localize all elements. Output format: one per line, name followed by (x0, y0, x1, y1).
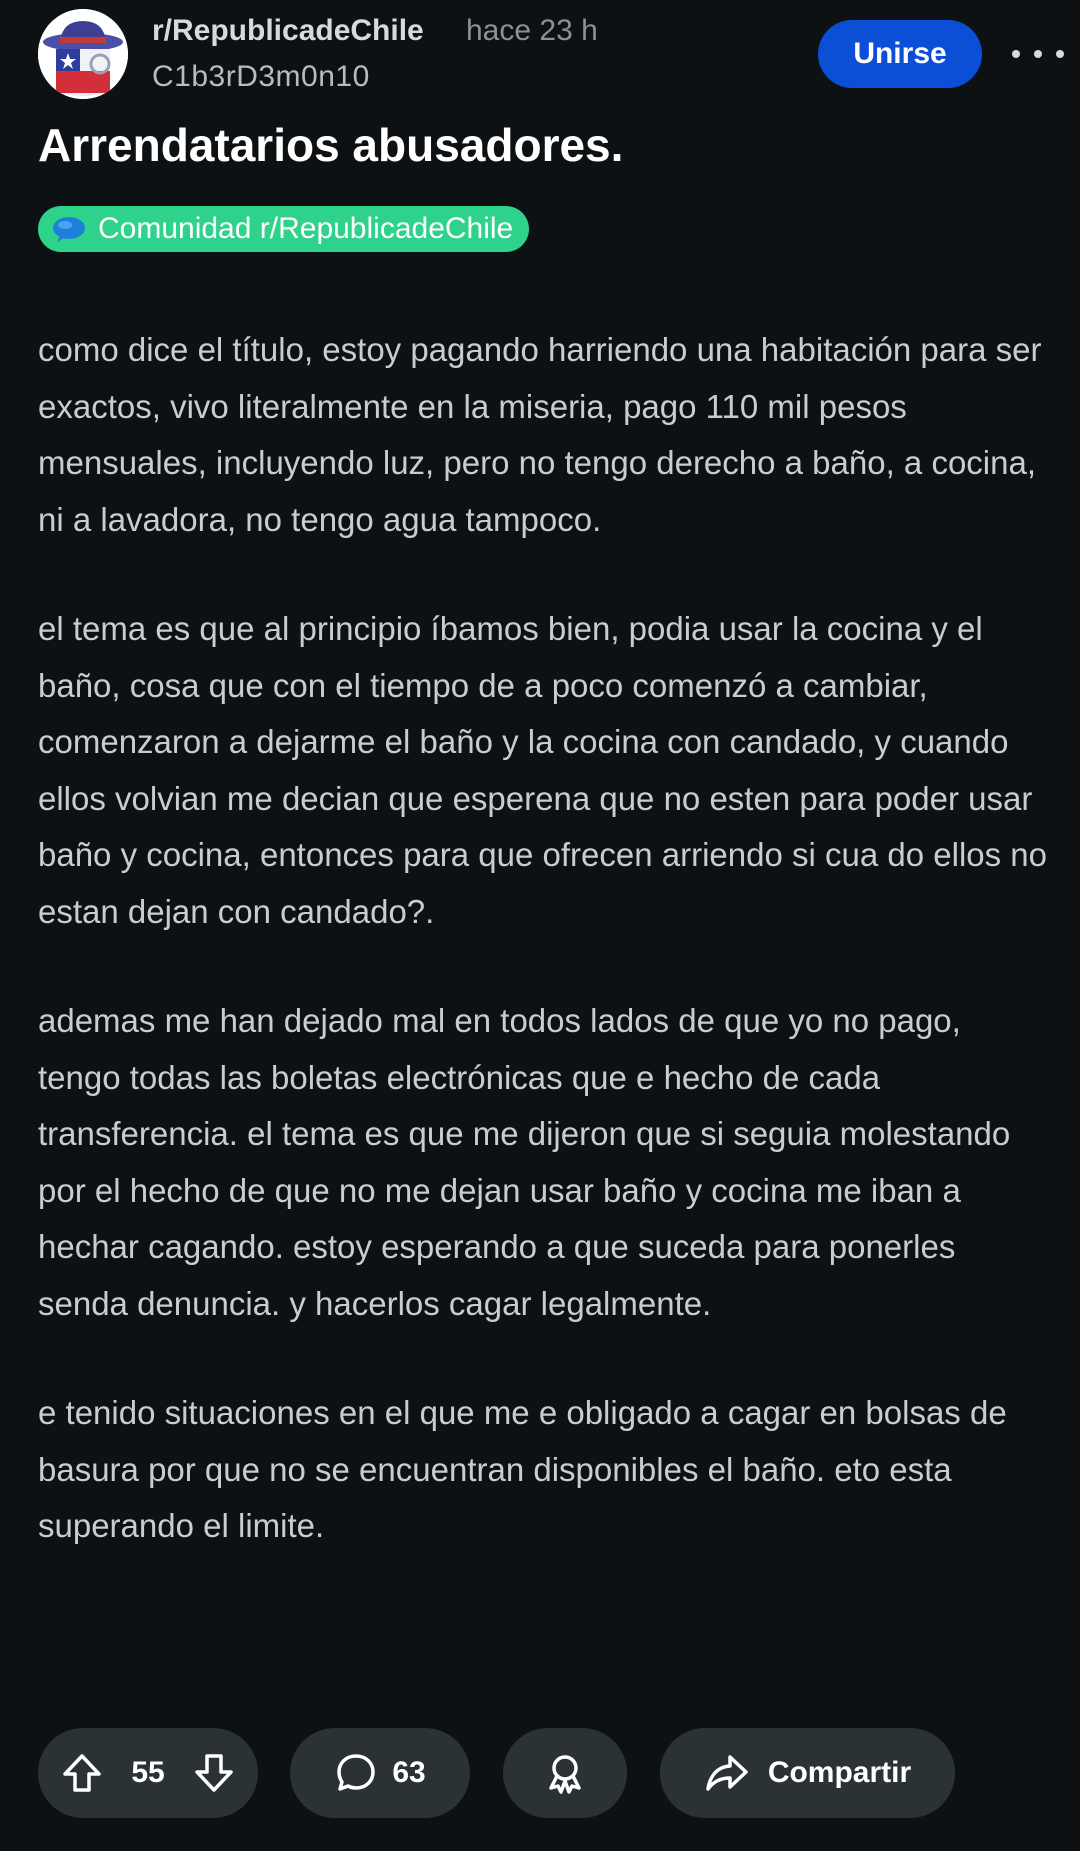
post-flair[interactable]: Comunidad r/RepublicadeChile (38, 206, 530, 252)
post-author[interactable]: C1b3rD3m0n10 (152, 60, 370, 94)
downvote-icon[interactable] (192, 1751, 236, 1795)
upvote-icon[interactable] (60, 1751, 104, 1795)
post-title: Arrendatarios abusadores. (38, 119, 624, 171)
more-options-button[interactable] (1012, 32, 1064, 76)
comment-icon (334, 1751, 378, 1795)
more-dots-icon (1012, 50, 1020, 58)
post-paragraph: ademas me han dejado mal en todos lados … (38, 1002, 1011, 1322)
share-icon (704, 1751, 750, 1795)
subreddit-avatar[interactable] (38, 9, 128, 99)
share-button[interactable]: Compartir (660, 1728, 955, 1818)
comments-button[interactable]: 63 (290, 1728, 470, 1818)
subreddit-name[interactable]: r/RepublicadeChile (152, 14, 424, 48)
post-paragraph: e tenido situaciones en el que me e obli… (38, 1394, 1007, 1544)
comment-count: 63 (392, 1756, 426, 1789)
post-body: como dice el título, estoy pagando harri… (38, 322, 1048, 1608)
flair-label: Comunidad r/RepublicadeChile (98, 212, 514, 245)
post-paragraph: el tema es que al principio íbamos bien,… (38, 610, 1047, 930)
vote-control: 55 (38, 1728, 258, 1818)
share-label: Compartir (767, 1756, 912, 1789)
post-time: hace 23 h (466, 14, 598, 47)
post-paragraph: como dice el título, estoy pagando harri… (38, 331, 1042, 538)
award-icon (543, 1751, 587, 1795)
chile-hat-avatar-icon (38, 9, 128, 99)
award-button[interactable] (503, 1728, 627, 1818)
vote-count: 55 (131, 1756, 165, 1789)
post-header: r/RepublicadeChile hace 23 h C1b3rD3m0n1… (0, 0, 1080, 110)
post-actions-bar: 55 63 Compartir (0, 1728, 1080, 1820)
join-button[interactable]: Unirse (818, 20, 982, 88)
speech-bubble-icon (53, 217, 85, 242)
